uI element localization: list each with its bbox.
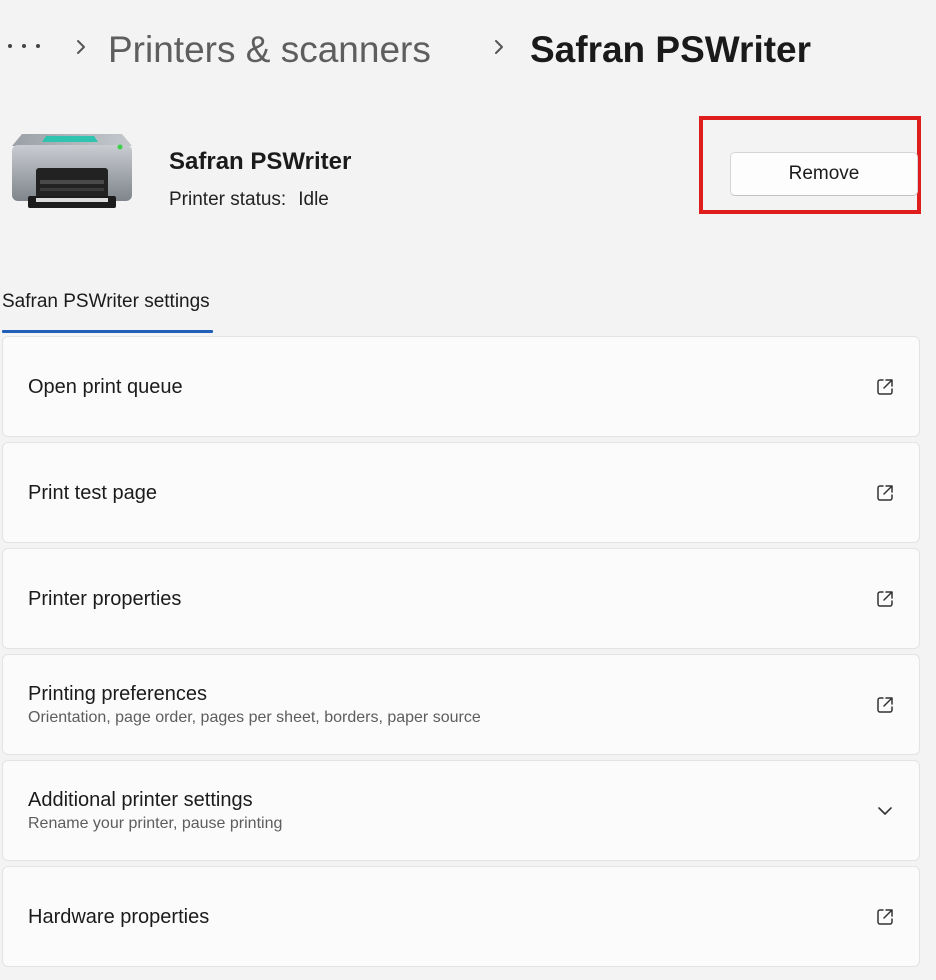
- printer-icon: [12, 134, 132, 208]
- printer-properties-item[interactable]: Printer properties: [2, 548, 920, 649]
- setting-title: Open print queue: [28, 376, 183, 398]
- printing-preferences-item[interactable]: Printing preferences Orientation, page o…: [2, 654, 920, 755]
- tab-printer-settings[interactable]: Safran PSWriter settings: [2, 284, 213, 334]
- setting-title: Print test page: [28, 482, 157, 504]
- open-external-icon: [877, 591, 893, 607]
- open-print-queue-item[interactable]: Open print queue: [2, 336, 920, 437]
- setting-title: Hardware properties: [28, 906, 210, 928]
- hardware-properties-item[interactable]: Hardware properties: [2, 866, 920, 967]
- open-external-icon: [877, 485, 893, 501]
- setting-title: Printing preferences: [28, 683, 207, 705]
- printer-status-label: Printer status:: [169, 189, 287, 210]
- setting-description: Orientation, page order, pages per sheet…: [28, 709, 481, 726]
- chevron-right-icon: [495, 40, 503, 54]
- printer-status: Printer status: Idle: [169, 186, 329, 214]
- print-test-page-item[interactable]: Print test page: [2, 442, 920, 543]
- more-options-icon[interactable]: [8, 34, 44, 58]
- breadcrumb: Printers & scanners Safran PSWriter: [0, 0, 936, 100]
- open-external-icon: [877, 909, 893, 925]
- printer-header: Safran PSWriter Printer status: Idle Remo…: [0, 110, 936, 230]
- tab-label: Safran PSWriter settings: [2, 291, 210, 312]
- setting-description: Rename your printer, pause printing: [28, 815, 283, 832]
- setting-title: Additional printer settings: [28, 789, 253, 811]
- tab-underline: [2, 330, 213, 333]
- printer-status-value: Idle: [298, 189, 329, 210]
- setting-title: Printer properties: [28, 588, 182, 610]
- chevron-down-icon[interactable]: [875, 801, 895, 821]
- open-external-icon: [877, 379, 893, 395]
- additional-printer-settings-item[interactable]: Additional printer settings Rename your …: [2, 760, 920, 861]
- page-title: Safran PSWriter: [530, 29, 812, 70]
- chevron-right-icon: [77, 40, 85, 54]
- open-external-icon: [877, 697, 893, 713]
- breadcrumb-printers-scanners[interactable]: Printers & scanners: [108, 25, 431, 75]
- printer-name: Safran PSWriter: [169, 148, 352, 175]
- remove-button[interactable]: Remove: [730, 152, 918, 196]
